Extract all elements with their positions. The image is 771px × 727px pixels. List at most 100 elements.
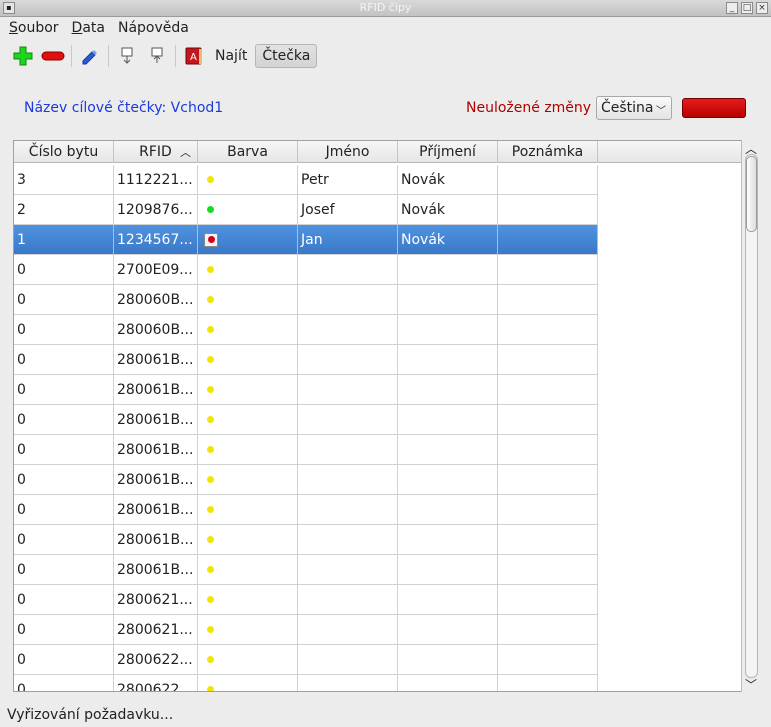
scroll-track[interactable] <box>745 154 758 678</box>
cell-rfid[interactable]: 1209876... <box>114 195 198 225</box>
move-up-icon[interactable] <box>142 41 172 71</box>
vertical-scrollbar[interactable]: ︿ ﹀ <box>741 140 761 692</box>
table-row[interactable]: 0 280061B... <box>14 405 744 435</box>
cell-last-name[interactable] <box>398 675 498 691</box>
cell-note[interactable] <box>498 495 598 525</box>
cell-note[interactable] <box>498 645 598 675</box>
cell-color[interactable] <box>198 435 298 465</box>
cell-last-name[interactable]: Novák <box>398 165 498 195</box>
cell-rfid[interactable]: 2800621... <box>114 585 198 615</box>
cell-flat[interactable]: 2 <box>14 195 114 225</box>
cell-note[interactable] <box>498 375 598 405</box>
cell-flat[interactable]: 3 <box>14 165 114 195</box>
cell-rfid[interactable]: 280061B... <box>114 435 198 465</box>
menu-napoveda[interactable]: Nápověda <box>113 20 194 36</box>
cell-first-name[interactable] <box>298 435 398 465</box>
cell-color[interactable] <box>198 645 298 675</box>
cell-rfid[interactable]: 280061B... <box>114 345 198 375</box>
table-row[interactable]: 0 280061B... <box>14 345 744 375</box>
cell-first-name[interactable]: Josef <box>298 195 398 225</box>
cell-first-name[interactable] <box>298 285 398 315</box>
table-row[interactable]: 0 280061B... <box>14 495 744 525</box>
table-row[interactable]: 2 1209876... Josef Novák <box>14 195 744 225</box>
cell-flat[interactable]: 0 <box>14 525 114 555</box>
close-icon[interactable]: × <box>756 2 768 14</box>
cell-last-name[interactable] <box>398 315 498 345</box>
reader-button[interactable]: Čtečka <box>255 44 318 68</box>
cell-first-name[interactable] <box>298 405 398 435</box>
cell-note[interactable] <box>498 225 598 255</box>
cell-last-name[interactable] <box>398 375 498 405</box>
cell-color[interactable] <box>198 525 298 555</box>
cell-color[interactable] <box>198 615 298 645</box>
cell-color[interactable] <box>198 585 298 615</box>
cell-first-name[interactable]: Jan <box>298 225 398 255</box>
book-icon[interactable]: A <box>179 41 209 71</box>
cell-flat[interactable]: 0 <box>14 315 114 345</box>
cell-flat[interactable]: 0 <box>14 675 114 691</box>
cell-color[interactable] <box>198 495 298 525</box>
cell-rfid[interactable]: 280061B... <box>114 405 198 435</box>
cell-flat[interactable]: 0 <box>14 645 114 675</box>
cell-first-name[interactable] <box>298 645 398 675</box>
cell-note[interactable] <box>498 315 598 345</box>
cell-first-name[interactable] <box>298 255 398 285</box>
cell-flat[interactable]: 0 <box>14 585 114 615</box>
move-down-icon[interactable] <box>112 41 142 71</box>
maximize-icon[interactable]: □ <box>741 2 753 14</box>
cell-note[interactable] <box>498 525 598 555</box>
cell-flat[interactable]: 0 <box>14 285 114 315</box>
cell-note[interactable] <box>498 405 598 435</box>
table-row[interactable]: 0 280061B... <box>14 375 744 405</box>
cell-last-name[interactable] <box>398 465 498 495</box>
table-row[interactable]: 0 280061B... <box>14 465 744 495</box>
edit-icon[interactable] <box>75 41 105 71</box>
cell-rfid[interactable]: 280060B... <box>114 285 198 315</box>
cell-note[interactable] <box>498 615 598 645</box>
header-first-name[interactable]: Jméno <box>298 141 398 163</box>
cell-first-name[interactable] <box>298 585 398 615</box>
cell-note[interactable] <box>498 255 598 285</box>
cell-note[interactable] <box>498 285 598 315</box>
cell-color[interactable] <box>198 165 298 195</box>
cell-last-name[interactable] <box>398 495 498 525</box>
cell-color[interactable] <box>198 555 298 585</box>
cell-rfid[interactable]: 280061B... <box>114 375 198 405</box>
minimize-icon[interactable]: _ <box>726 2 738 14</box>
cell-note[interactable] <box>498 555 598 585</box>
cell-color[interactable] <box>198 285 298 315</box>
cell-color[interactable] <box>198 405 298 435</box>
cell-rfid[interactable]: 280061B... <box>114 465 198 495</box>
table-row[interactable]: 0 280061B... <box>14 525 744 555</box>
cell-last-name[interactable] <box>398 645 498 675</box>
cell-flat[interactable]: 0 <box>14 405 114 435</box>
header-note[interactable]: Poznámka <box>498 141 598 163</box>
cell-first-name[interactable] <box>298 555 398 585</box>
add-icon[interactable] <box>8 41 38 71</box>
cell-rfid[interactable]: 280060B... <box>114 315 198 345</box>
menu-soubor[interactable]: Soubor <box>4 20 64 36</box>
table-row[interactable]: 0 2800621... <box>14 585 744 615</box>
find-button[interactable]: Najít <box>209 44 253 68</box>
cell-note[interactable] <box>498 345 598 375</box>
cell-first-name[interactable] <box>298 495 398 525</box>
cell-rfid[interactable]: 280061B... <box>114 555 198 585</box>
table-row[interactable]: 0 2800622... <box>14 675 744 691</box>
cell-note[interactable] <box>498 675 598 691</box>
cell-note[interactable] <box>498 465 598 495</box>
table-row[interactable]: 0 280060B... <box>14 315 744 345</box>
cell-rfid[interactable]: 2800622... <box>114 675 198 691</box>
cell-rfid[interactable]: 280061B... <box>114 495 198 525</box>
language-select[interactable]: Čeština ﹀ <box>596 96 672 120</box>
save-button[interactable] <box>682 98 746 118</box>
cell-color[interactable] <box>198 315 298 345</box>
cell-flat[interactable]: 0 <box>14 375 114 405</box>
cell-last-name[interactable] <box>398 405 498 435</box>
cell-last-name[interactable] <box>398 255 498 285</box>
cell-first-name[interactable] <box>298 675 398 691</box>
cell-color[interactable] <box>198 465 298 495</box>
cell-flat[interactable]: 0 <box>14 345 114 375</box>
header-last-name[interactable]: Příjmení <box>398 141 498 163</box>
cell-last-name[interactable] <box>398 435 498 465</box>
cell-rfid[interactable]: 2800622... <box>114 645 198 675</box>
